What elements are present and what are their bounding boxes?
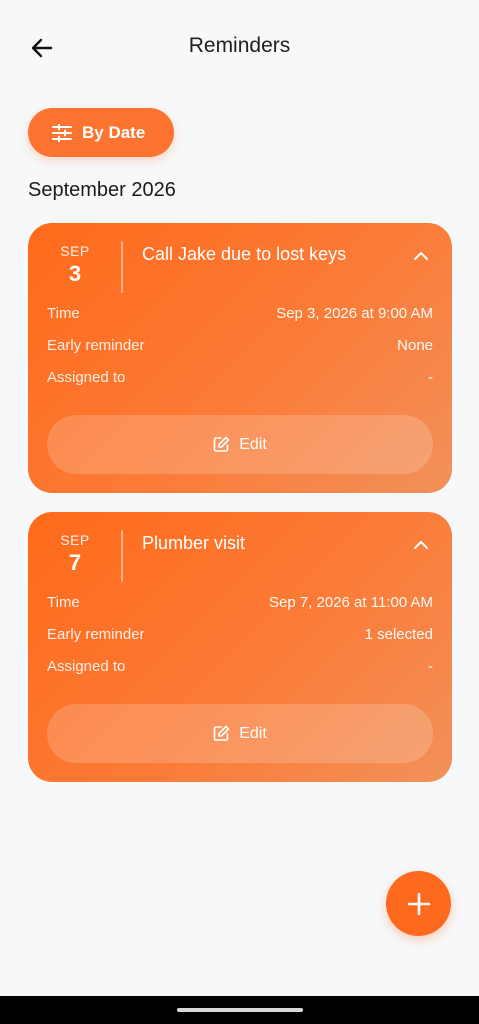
time-row: Time Sep 7, 2026 at 11:00 AM: [47, 594, 433, 611]
reminders-screen: Reminders By Date September 2026 SEP 3 C…: [0, 0, 479, 1024]
chevron-up-icon: [414, 251, 428, 260]
assigned-label: Assigned to: [47, 369, 126, 386]
by-date-filter-button[interactable]: By Date: [28, 108, 174, 157]
reminder-day: 7: [68, 550, 82, 575]
reminder-day: 3: [68, 261, 82, 286]
assigned-row: Assigned to -: [47, 369, 433, 386]
date-divider: [121, 241, 123, 293]
edit-label: Edit: [239, 724, 267, 742]
plus-icon: [407, 892, 430, 915]
pencil-square-icon: [213, 725, 230, 741]
edit-label: Edit: [239, 435, 267, 453]
reminder-date: SEP 7: [48, 532, 102, 576]
home-indicator[interactable]: [177, 1008, 303, 1012]
reminder-month: SEP: [60, 243, 90, 259]
time-label: Time: [47, 305, 80, 322]
reminder-card: SEP 7 Plumber visit Time Sep 7, 2026 at …: [28, 512, 452, 782]
assigned-value: -: [428, 658, 433, 675]
pencil-square-icon: [213, 436, 230, 452]
early-reminder-value: None: [397, 337, 433, 354]
collapse-button[interactable]: [410, 245, 432, 265]
collapse-button[interactable]: [410, 534, 432, 554]
time-value: Sep 3, 2026 at 9:00 AM: [276, 305, 433, 322]
reminder-title: Plumber visit: [142, 533, 246, 553]
assigned-label: Assigned to: [47, 658, 126, 675]
time-label: Time: [47, 594, 80, 611]
system-navigation-bar: [0, 996, 479, 1024]
filter-label: By Date: [82, 122, 146, 142]
reminder-card: SEP 3 Call Jake due to lost keys Time Se…: [28, 223, 452, 493]
app-header: Reminders: [0, 0, 479, 96]
early-reminder-row: Early reminder 1 selected: [47, 626, 433, 643]
early-reminder-label: Early reminder: [47, 626, 145, 643]
sliders-icon: [52, 123, 72, 142]
reminder-month: SEP: [60, 532, 90, 548]
early-reminder-row: Early reminder None: [47, 337, 433, 354]
time-row: Time Sep 3, 2026 at 9:00 AM: [47, 305, 433, 322]
add-reminder-button[interactable]: [386, 871, 451, 936]
reminder-title: Call Jake due to lost keys: [142, 244, 347, 264]
early-reminder-value: 1 selected: [364, 626, 433, 643]
assigned-value: -: [428, 369, 433, 386]
early-reminder-label: Early reminder: [47, 337, 145, 354]
page-title: Reminders: [188, 34, 291, 57]
edit-button[interactable]: Edit: [47, 415, 433, 474]
reminder-date: SEP 3: [48, 243, 102, 287]
month-section-heading: September 2026: [28, 179, 176, 201]
date-divider: [121, 530, 123, 582]
time-value: Sep 7, 2026 at 11:00 AM: [268, 594, 433, 611]
assigned-row: Assigned to -: [47, 658, 433, 675]
edit-button[interactable]: Edit: [47, 704, 433, 763]
chevron-up-icon: [414, 540, 428, 549]
